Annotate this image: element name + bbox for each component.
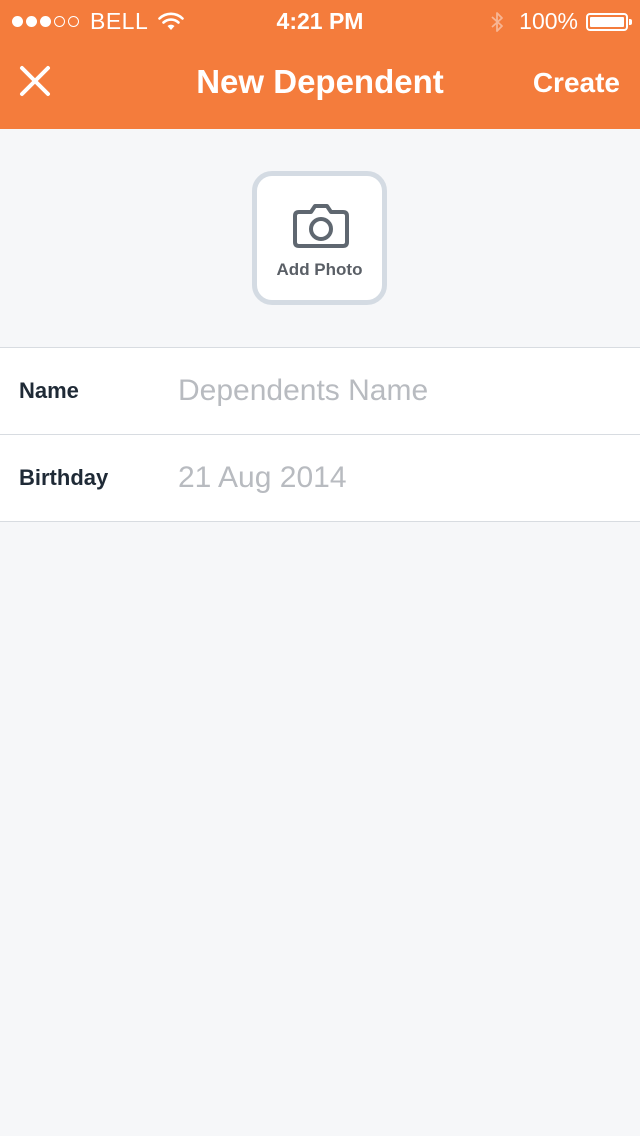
status-right: 100% — [489, 8, 632, 35]
name-row: Name — [0, 348, 640, 434]
nav-bar: New Dependent Create — [0, 40, 640, 129]
battery-percent: 100% — [519, 8, 578, 34]
create-button[interactable]: Create — [533, 67, 620, 99]
name-input[interactable] — [178, 368, 618, 414]
dependent-form: Name Birthday 21 Aug 2014 — [0, 347, 640, 522]
battery-icon — [586, 12, 632, 31]
birthday-label: Birthday — [19, 465, 109, 490]
birthday-field[interactable]: 21 Aug 2014 — [178, 461, 347, 495]
add-photo-label: Add Photo — [276, 260, 363, 279]
add-photo-button[interactable]: Add Photo — [252, 171, 387, 305]
name-label: Name — [19, 378, 79, 403]
status-bar: BELL 4:21 PM 100% — [0, 0, 640, 40]
bluetooth-icon — [491, 11, 504, 32]
top-bar: BELL 4:21 PM 100% New Dependent Create — [0, 0, 640, 129]
birthday-row[interactable]: Birthday 21 Aug 2014 — [0, 434, 640, 521]
camera-icon — [293, 204, 349, 248]
